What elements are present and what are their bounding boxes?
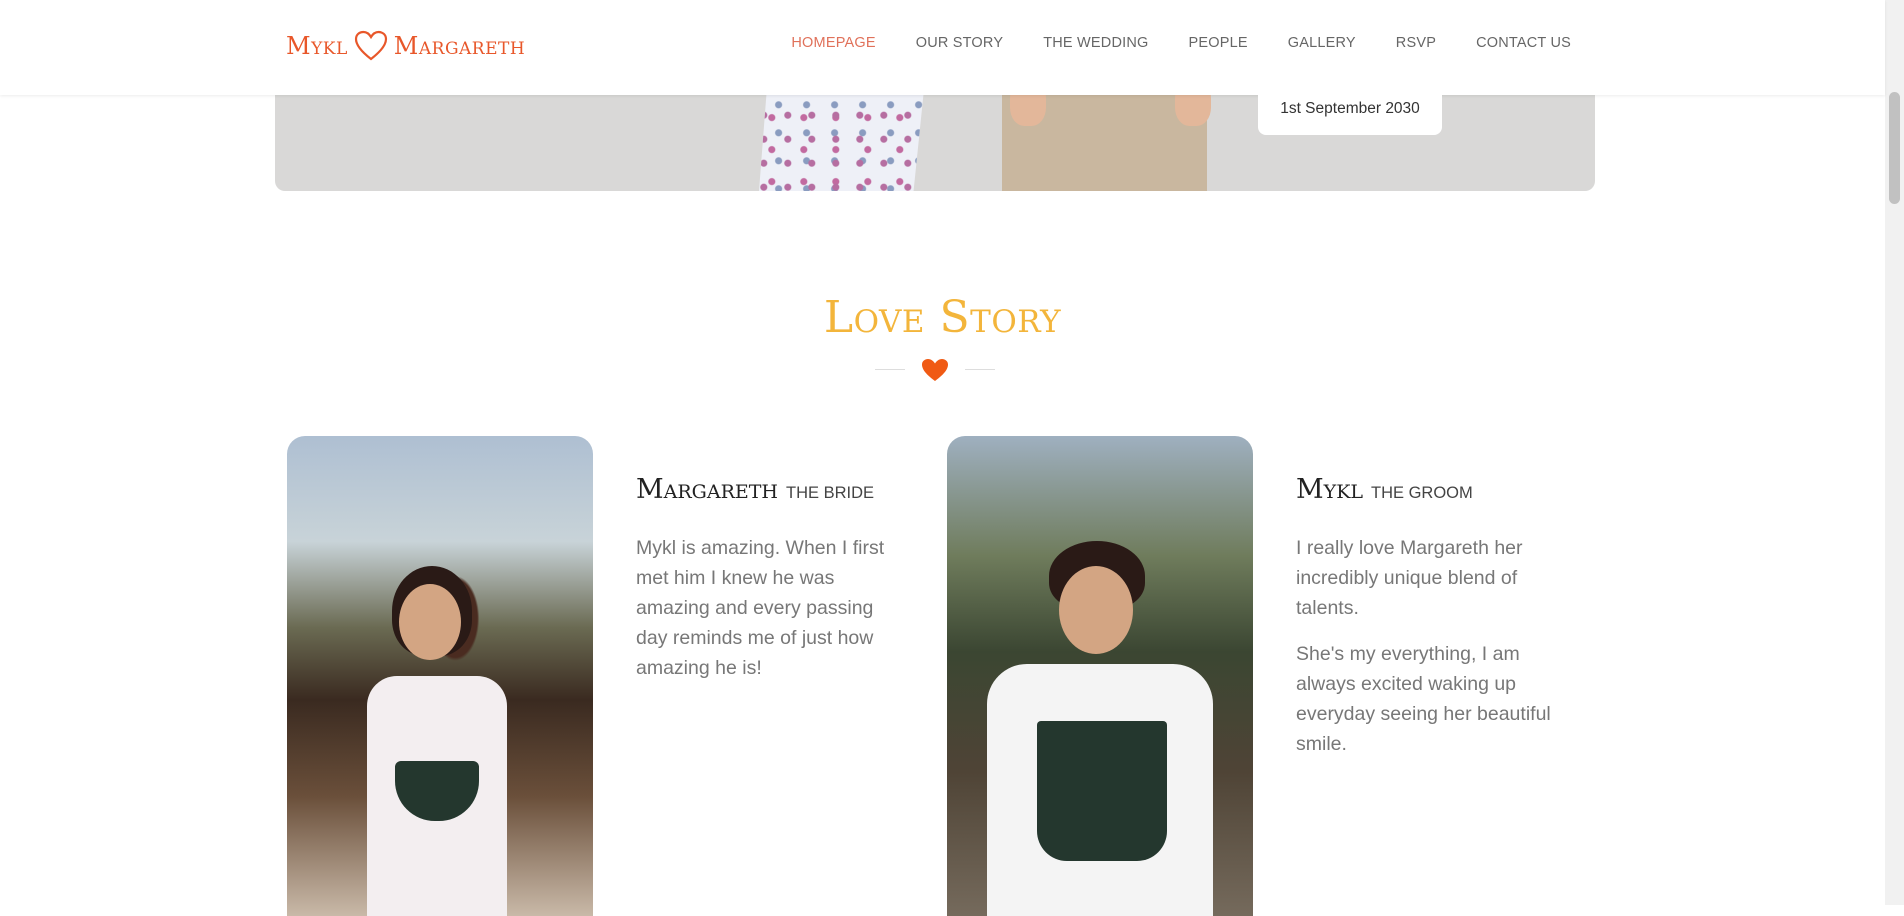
- groom-heading: Mykl THE GROOM: [1296, 474, 1473, 505]
- nav-our-story[interactable]: OUR STORY: [916, 35, 1003, 51]
- groom-face: [1059, 566, 1133, 654]
- groom-bio-paragraph-1: I really love Margareth her incredibly u…: [1296, 537, 1523, 619]
- nav-gallery[interactable]: GALLERY: [1288, 35, 1356, 51]
- scrollbar-thumb[interactable]: [1889, 92, 1900, 204]
- section-divider: [875, 357, 995, 387]
- logo-name-right: Margareth: [393, 32, 526, 60]
- groom-bio-paragraph-2: She's my everything, I am always excited…: [1296, 643, 1551, 755]
- nav-the-wedding[interactable]: THE WEDDING: [1043, 35, 1148, 51]
- nav-rsvp[interactable]: RSVP: [1396, 35, 1436, 51]
- bride-role: THE BRIDE: [786, 484, 875, 502]
- bride-heading: Margareth THE BRIDE: [636, 474, 874, 505]
- site-logo[interactable]: Mykl Margareth: [286, 26, 525, 66]
- bride-face: [399, 584, 461, 660]
- site-header: Mykl Margareth HOMEPAGE OUR STORY THE WE…: [0, 0, 1885, 95]
- love-story-title: Love Story: [823, 292, 1062, 343]
- heart-icon: [922, 359, 948, 381]
- nav-people[interactable]: PEOPLE: [1189, 35, 1248, 51]
- page-scrollbar[interactable]: [1885, 0, 1904, 905]
- heart-outline-icon: [354, 30, 387, 61]
- bride-name: Margareth: [636, 474, 778, 505]
- groom-bio: I really love Margareth her incredibly u…: [1296, 533, 1564, 775]
- wedding-date-badge: 1st September 2030: [1258, 82, 1442, 135]
- bride-bio-paragraph: Mykl is amazing. When I first met him I …: [636, 537, 885, 679]
- groom-photo: [947, 436, 1253, 916]
- nav-homepage[interactable]: HOMEPAGE: [791, 35, 875, 51]
- divider-line-left: [875, 369, 905, 370]
- nav-contact-us[interactable]: CONTACT US: [1476, 35, 1571, 51]
- bride-photo: [287, 436, 593, 916]
- groom-corset: [1037, 721, 1167, 861]
- bride-bio: Mykl is amazing. When I first met him I …: [636, 533, 904, 699]
- logo-name-left: Mykl: [286, 32, 348, 60]
- divider-line-right: [965, 369, 995, 370]
- groom-role: THE GROOM: [1371, 484, 1473, 502]
- main-nav: HOMEPAGE OUR STORY THE WEDDING PEOPLE GA…: [791, 35, 1571, 51]
- groom-name: Mykl: [1296, 474, 1364, 505]
